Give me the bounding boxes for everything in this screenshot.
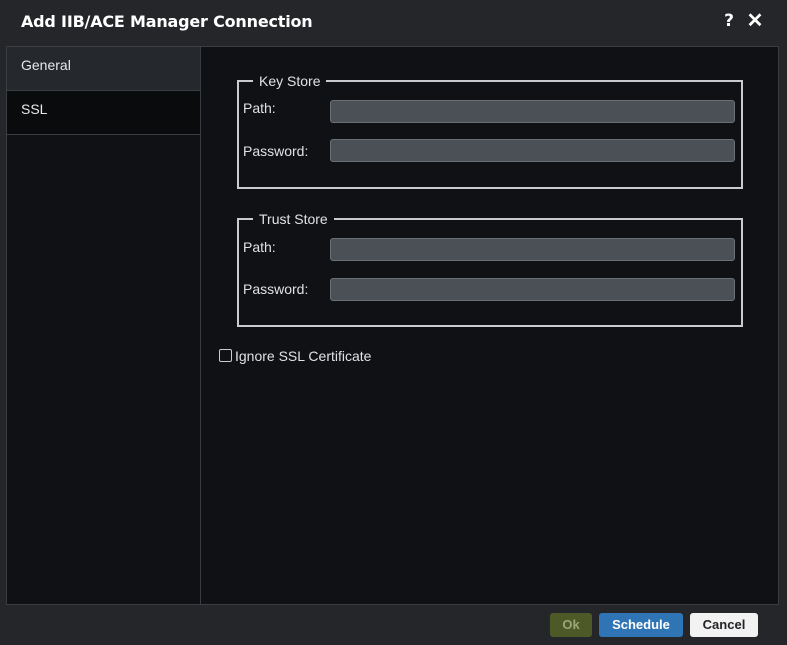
sidebar: General SSL <box>7 47 201 604</box>
trust-store-password-label: Password: <box>243 281 309 297</box>
dialog-content: General SSL Key Store Path: Password: Tr… <box>6 46 779 605</box>
cancel-button[interactable]: Cancel <box>690 613 758 637</box>
key-store-password-input[interactable] <box>330 139 735 162</box>
schedule-button[interactable]: Schedule <box>599 613 683 637</box>
close-icon[interactable]: ✕ <box>746 10 764 32</box>
dialog-titlebar: Add IIB/ACE Manager Connection ? ✕ <box>0 0 787 44</box>
dialog-title: Add IIB/ACE Manager Connection <box>21 12 313 31</box>
key-store-path-label: Path: <box>243 100 276 116</box>
trust-store-password-input[interactable] <box>330 278 735 301</box>
key-store-legend: Key Store <box>253 72 327 90</box>
ok-button[interactable]: Ok <box>550 613 592 637</box>
trust-store-legend: Trust Store <box>253 210 334 228</box>
ignore-ssl-label: Ignore SSL Certificate <box>235 348 372 364</box>
key-store-group: Key Store Path: Password: <box>237 72 743 189</box>
key-store-path-input[interactable] <box>330 100 735 123</box>
trust-store-path-input[interactable] <box>330 238 735 261</box>
key-store-password-label: Password: <box>243 143 309 159</box>
help-icon[interactable]: ? <box>720 10 738 32</box>
trust-store-group: Trust Store Path: Password: <box>237 210 743 327</box>
sidebar-item-ssl[interactable]: SSL <box>7 91 200 135</box>
trust-store-path-label: Path: <box>243 239 276 255</box>
sidebar-item-general[interactable]: General <box>7 47 200 91</box>
ignore-ssl-checkbox[interactable] <box>219 349 232 362</box>
